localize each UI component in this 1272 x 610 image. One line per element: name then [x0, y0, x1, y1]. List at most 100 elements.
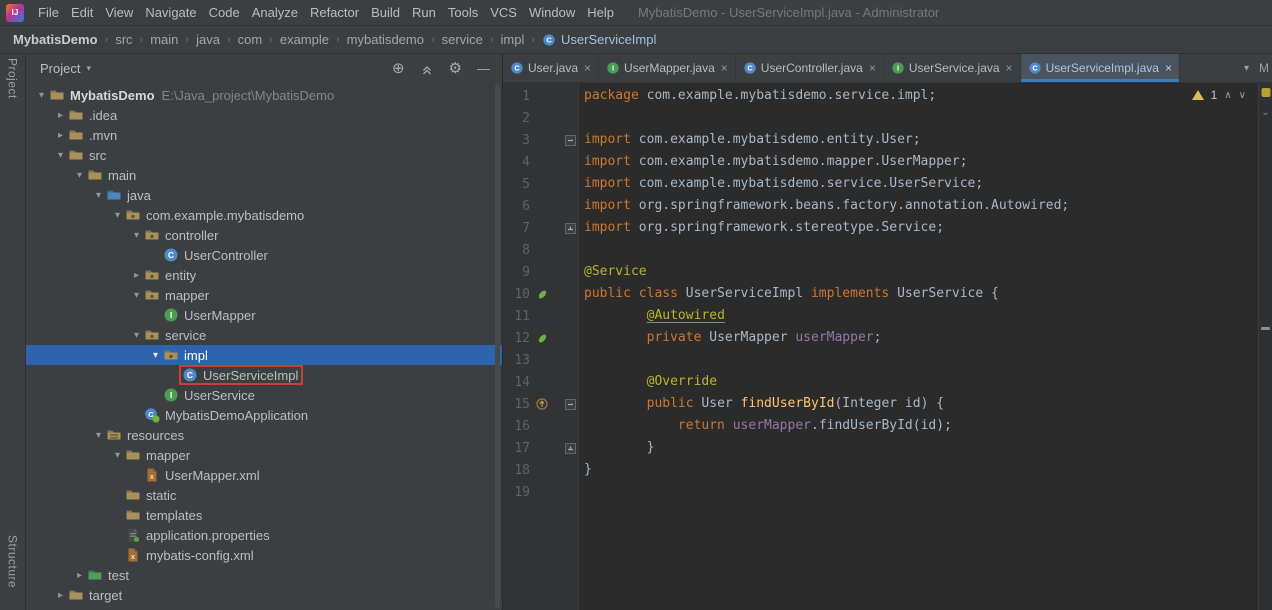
- code-line-9[interactable]: @Service: [584, 261, 1256, 283]
- crumb-impl[interactable]: impl: [500, 32, 526, 47]
- chevron-down-icon[interactable]: ▾: [129, 290, 144, 301]
- code-line-19[interactable]: [584, 481, 1256, 503]
- tool-button-structure[interactable]: Structure: [6, 535, 20, 588]
- close-icon[interactable]: ×: [721, 63, 728, 73]
- tree-item-main[interactable]: ▾main: [26, 165, 502, 185]
- tree-item-idea[interactable]: ▸.idea: [26, 105, 502, 125]
- menu-window[interactable]: Window: [523, 5, 581, 20]
- tree-item-mapper[interactable]: ▾mapper: [26, 445, 502, 465]
- crumb-service[interactable]: service: [441, 32, 484, 47]
- tree-item-entity[interactable]: ▸entity: [26, 265, 502, 285]
- chevron-down-icon[interactable]: ▾: [148, 350, 163, 361]
- tree-item-mybatisdemo[interactable]: ▾MybatisDemoE:\Java_project\MybatisDemo: [26, 85, 502, 105]
- code-line-17[interactable]: }: [584, 437, 1256, 459]
- gutter-line-13[interactable]: 13: [503, 349, 578, 371]
- gutter-line-12[interactable]: 12: [503, 327, 578, 349]
- fold-end-icon[interactable]: [565, 223, 576, 234]
- tree-item-impl[interactable]: ▾impl: [26, 345, 502, 365]
- collapse-all-icon[interactable]: [420, 62, 434, 76]
- menu-refactor[interactable]: Refactor: [304, 5, 365, 20]
- menu-view[interactable]: View: [99, 5, 139, 20]
- tree-item-templates[interactable]: templates: [26, 505, 502, 525]
- tree-item-mapper[interactable]: ▾mapper: [26, 285, 502, 305]
- spring-gutter-slot[interactable]: [530, 288, 554, 301]
- code-line-8[interactable]: [584, 239, 1256, 261]
- chevron-down-icon[interactable]: ▾: [34, 90, 49, 101]
- menu-build[interactable]: Build: [365, 5, 406, 20]
- tree-item-mybatis-config-xml[interactable]: xmybatis-config.xml: [26, 545, 502, 565]
- warning-stripe-mark[interactable]: [1261, 327, 1270, 330]
- menu-file[interactable]: File: [32, 5, 65, 20]
- fold-slot[interactable]: [563, 223, 578, 234]
- tab-usercontroller-java[interactable]: CUserController.java×: [736, 54, 884, 82]
- settings-gear-icon[interactable]: ⚙: [449, 62, 462, 76]
- tree-item-java[interactable]: ▾java: [26, 185, 502, 205]
- code-line-10[interactable]: public class UserServiceImpl implements …: [584, 283, 1256, 305]
- tree-item-mvn[interactable]: ▸.mvn: [26, 125, 502, 145]
- gutter-line-15[interactable]: 15: [503, 393, 578, 415]
- error-stripe[interactable]: ⌄: [1258, 83, 1272, 610]
- chevron-down-icon[interactable]: ▾: [86, 63, 91, 74]
- gutter-line-4[interactable]: 4: [503, 151, 578, 173]
- tree-item-resources[interactable]: ▾resources: [26, 425, 502, 445]
- clipped-tab-label[interactable]: M: [1259, 61, 1269, 75]
- chevron-right-icon[interactable]: ▸: [53, 590, 68, 601]
- code-line-11[interactable]: @Autowired: [584, 305, 1256, 327]
- gutter-line-5[interactable]: 5: [503, 173, 578, 195]
- tool-button-project[interactable]: Project: [6, 58, 20, 99]
- override-gutter-slot[interactable]: [530, 398, 554, 410]
- gutter-line-16[interactable]: 16: [503, 415, 578, 437]
- editor[interactable]: 12345678910111213141516171819 package co…: [503, 83, 1272, 610]
- code-line-18[interactable]: }: [584, 459, 1256, 481]
- menu-tools[interactable]: Tools: [442, 5, 484, 20]
- tree-item-static[interactable]: static: [26, 485, 502, 505]
- spring-gutter-slot[interactable]: [530, 332, 554, 345]
- code-line-7[interactable]: import org.springframework.stereotype.Se…: [584, 217, 1256, 239]
- chevron-down-icon[interactable]: ▾: [91, 190, 106, 201]
- code-area[interactable]: package com.example.mybatisdemo.service.…: [579, 83, 1272, 610]
- file-status-indicator[interactable]: [1261, 88, 1270, 97]
- chevron-down-icon[interactable]: ▾: [129, 330, 144, 341]
- menu-edit[interactable]: Edit: [65, 5, 99, 20]
- tree-item-service[interactable]: ▾service: [26, 325, 502, 345]
- editor-gutter[interactable]: 12345678910111213141516171819: [503, 83, 579, 610]
- code-line-2[interactable]: [584, 107, 1256, 129]
- chevron-down-icon[interactable]: ▾: [72, 170, 87, 181]
- tree-item-test[interactable]: ▸test: [26, 565, 502, 585]
- tab-user-java[interactable]: CUser.java×: [503, 54, 599, 82]
- menu-navigate[interactable]: Navigate: [139, 5, 202, 20]
- project-scrollbar[interactable]: [495, 84, 500, 608]
- tree-item-partial[interactable]: [26, 605, 502, 610]
- menu-run[interactable]: Run: [406, 5, 442, 20]
- crumb-src[interactable]: src: [114, 32, 133, 47]
- fold-end-icon[interactable]: [565, 443, 576, 454]
- chevron-down-icon[interactable]: ▾: [110, 450, 125, 461]
- fold-slot[interactable]: [563, 443, 578, 454]
- crumb-main[interactable]: main: [149, 32, 179, 47]
- code-line-13[interactable]: [584, 349, 1256, 371]
- close-icon[interactable]: ×: [1006, 63, 1013, 73]
- inspections-widget[interactable]: 1 ∧ ∨: [1192, 88, 1246, 102]
- gutter-line-14[interactable]: 14: [503, 371, 578, 393]
- crumb-java[interactable]: java: [195, 32, 221, 47]
- tab-usermapper-java[interactable]: IUserMapper.java×: [599, 54, 736, 82]
- tree-item-userserviceimpl[interactable]: CUserServiceImpl: [26, 365, 502, 385]
- tree-item-mybatisdemoapplication[interactable]: CMybatisDemoApplication: [26, 405, 502, 425]
- close-icon[interactable]: ×: [1165, 63, 1172, 73]
- gutter-line-3[interactable]: 3: [503, 129, 578, 151]
- chevron-right-icon[interactable]: ▸: [72, 570, 87, 581]
- code-line-5[interactable]: import com.example.mybatisdemo.service.U…: [584, 173, 1256, 195]
- tree-item-usermapper-xml[interactable]: xUserMapper.xml: [26, 465, 502, 485]
- code-line-12[interactable]: private UserMapper userMapper;: [584, 327, 1256, 349]
- crumb-current[interactable]: CUserServiceImpl: [541, 32, 657, 47]
- gutter-line-1[interactable]: 1: [503, 85, 578, 107]
- code-line-1[interactable]: package com.example.mybatisdemo.service.…: [584, 85, 1256, 107]
- tab-userservice-java[interactable]: IUserService.java×: [884, 54, 1021, 82]
- menu-code[interactable]: Code: [203, 5, 246, 20]
- gutter-line-19[interactable]: 19: [503, 481, 578, 503]
- gutter-line-7[interactable]: 7: [503, 217, 578, 239]
- project-panel-title[interactable]: Project: [40, 61, 80, 76]
- menu-vcs[interactable]: VCS: [484, 5, 523, 20]
- menu-analyze[interactable]: Analyze: [246, 5, 304, 20]
- tree-item-target[interactable]: ▸target: [26, 585, 502, 605]
